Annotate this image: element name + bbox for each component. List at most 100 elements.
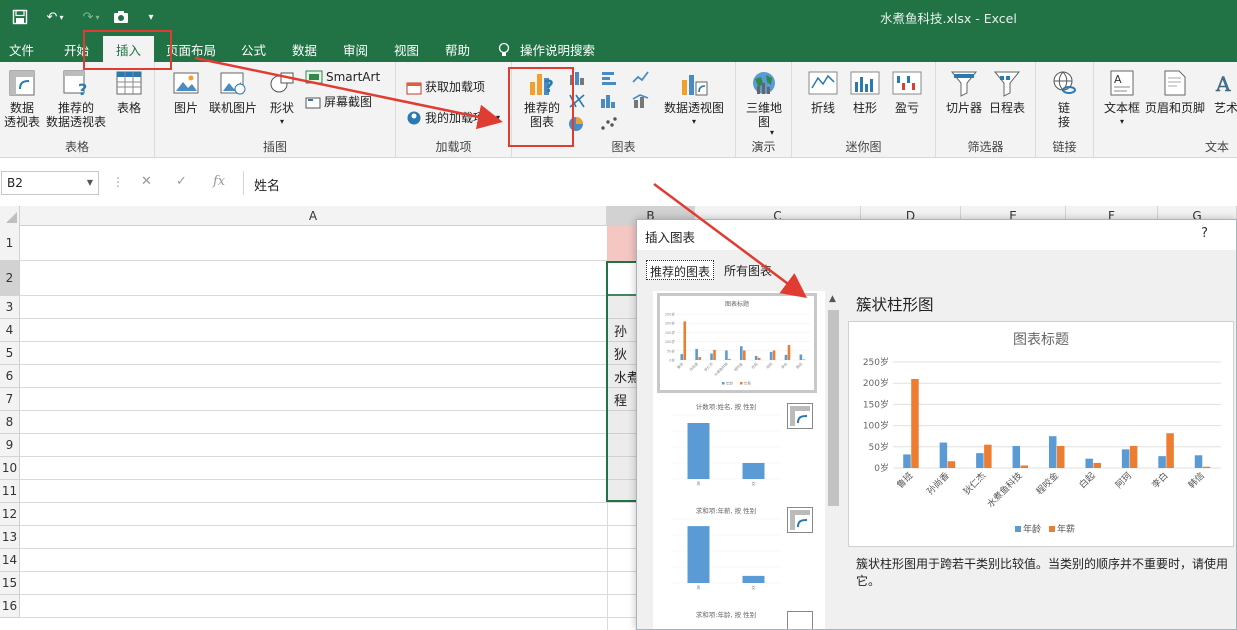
- link-button[interactable]: 链 接: [1049, 68, 1079, 129]
- get-addins-label: 获取加载项: [425, 80, 486, 94]
- group-links: 链 接 链接: [1036, 62, 1094, 158]
- map-3d-button[interactable]: 三维地 图 ▾: [746, 68, 783, 137]
- thumb-y-tick-label: 0岁: [669, 358, 675, 363]
- row-header-5[interactable]: 5: [0, 342, 20, 365]
- thumb-x-tick-label: 李白: [780, 361, 788, 369]
- combo-chart-icon[interactable]: [632, 93, 650, 109]
- screenshot-button[interactable]: 屏幕截图: [305, 93, 372, 110]
- row-header-4[interactable]: 4: [0, 319, 20, 342]
- row-header-9[interactable]: 9: [0, 434, 20, 457]
- cell-b7[interactable]: 程: [607, 388, 637, 411]
- name-box-dropdown-icon[interactable]: ▼: [87, 178, 93, 187]
- my-addins-button[interactable]: 我的加载项 ▾: [406, 109, 500, 126]
- cancel-icon[interactable]: ✕: [141, 174, 152, 189]
- chart-description: 簇状柱形图用于跨若干类别比较值。当类别的顺序并不重要时，请使用它。: [856, 557, 1229, 588]
- row-header-7[interactable]: 7: [0, 388, 20, 411]
- row-header-12[interactable]: 12: [0, 503, 20, 526]
- sparkline-column-button[interactable]: 柱形: [850, 68, 880, 115]
- row-header-10[interactable]: 10: [0, 457, 20, 480]
- bar-年龄-阿珂: [1121, 449, 1130, 468]
- get-addins-button[interactable]: 获取加载项: [406, 78, 485, 95]
- slicer-button[interactable]: 切片器: [946, 68, 982, 115]
- table-button[interactable]: 表格: [114, 68, 144, 115]
- row-header-1[interactable]: 1: [0, 226, 20, 261]
- wordart-button[interactable]: A 艺术: [1211, 68, 1237, 115]
- tab-formulas[interactable]: 公式: [241, 40, 266, 59]
- tell-me-search[interactable]: 操作说明搜索: [498, 40, 595, 59]
- tab-page-layout[interactable]: 页面布局: [166, 40, 216, 59]
- timeline-button[interactable]: 日程表: [989, 68, 1025, 115]
- scatter-chart-icon[interactable]: [600, 116, 618, 132]
- function-icon[interactable]: fx: [213, 174, 225, 189]
- scroll-thumb[interactable]: [828, 310, 839, 506]
- formula-bar-grip-icon[interactable]: ⋮: [112, 175, 124, 189]
- customize-icon[interactable]: ▾: [140, 7, 162, 27]
- column-header-a[interactable]: A: [20, 206, 607, 226]
- row-header-8[interactable]: 8: [0, 411, 20, 434]
- thumbnail-title: 求和项:年龄, 按 性别: [695, 611, 757, 619]
- scroll-up-icon[interactable]: ▲: [829, 294, 836, 304]
- formula-input[interactable]: 姓名: [243, 171, 1237, 195]
- pivot-table-button[interactable]: 数据 透视表: [4, 68, 40, 129]
- tab-recommended-charts[interactable]: 推荐的图表: [646, 260, 715, 280]
- tab-all-charts[interactable]: 所有图表: [721, 260, 775, 280]
- tab-review[interactable]: 审阅: [343, 40, 368, 59]
- bar-年薪-程咬金: [1057, 445, 1065, 468]
- pivot-chart-button[interactable]: 数据透视图 ▾: [664, 68, 724, 129]
- smartart-button[interactable]: SmartArt: [305, 70, 380, 84]
- sparkline-line-button[interactable]: 折线: [808, 68, 838, 115]
- select-all-corner[interactable]: [0, 206, 20, 226]
- thumbnail-salary-by-gender[interactable]: 求和项:年薪, 按 性别 男女: [657, 503, 817, 601]
- statistic-chart-icon[interactable]: [600, 93, 618, 109]
- save-icon[interactable]: [9, 7, 31, 27]
- header-footer-button[interactable]: 页眉和页脚: [1145, 68, 1205, 115]
- thumb-x-tick-label: 男: [697, 585, 701, 590]
- name-box[interactable]: B2 ▼: [1, 171, 99, 195]
- svg-text:A: A: [1114, 73, 1122, 86]
- shapes-button[interactable]: 形状 ▾: [267, 68, 297, 129]
- online-picture-button[interactable]: 联机图片: [209, 68, 257, 115]
- textbox-button[interactable]: A 文本框 ▾: [1104, 68, 1140, 129]
- map-3d-label: 三维地 图: [746, 101, 783, 129]
- row-header-11[interactable]: 11: [0, 480, 20, 503]
- undo-icon[interactable]: ↶ ▾: [40, 7, 70, 27]
- cell-b5[interactable]: 狄: [607, 342, 637, 365]
- dialog-title-bar[interactable]: 插入图表 ?: [637, 220, 1236, 250]
- tab-data[interactable]: 数据: [292, 40, 317, 59]
- confirm-icon[interactable]: ✓: [176, 174, 187, 189]
- thumbnail-age-by-gender[interactable]: 求和项:年龄, 按 性别: [657, 607, 817, 629]
- dialog-help-button[interactable]: ?: [1201, 226, 1208, 241]
- cell-b6[interactable]: 水煮: [607, 365, 637, 388]
- header-cell-b1[interactable]: [607, 226, 636, 261]
- selected-cell-b2[interactable]: [606, 261, 637, 296]
- row-header-15[interactable]: 15: [0, 572, 20, 595]
- sparkline-winloss-button[interactable]: 盈亏: [892, 68, 922, 115]
- thumbnail-scrollbar[interactable]: ▲: [826, 291, 841, 629]
- picture-button[interactable]: 图片: [171, 68, 201, 115]
- cell-b4[interactable]: 孙: [607, 319, 637, 342]
- redo-icon[interactable]: ↷ ▾: [76, 7, 106, 27]
- tab-file[interactable]: 文件: [9, 40, 34, 59]
- pivot-badge-icon: [787, 611, 813, 629]
- group-filters: 切片器 日程表 筛选器: [936, 62, 1036, 158]
- thumb-legend-swatch: [722, 382, 725, 385]
- row-header-13[interactable]: 13: [0, 526, 20, 549]
- row-header-3[interactable]: 3: [0, 296, 20, 319]
- bar-chart-icon[interactable]: [600, 70, 618, 86]
- thumb-bar: [713, 349, 716, 360]
- thumbnail-count-by-gender[interactable]: 计数项:姓名, 按 性别 男女: [657, 399, 817, 497]
- tab-help[interactable]: 帮助: [445, 40, 470, 59]
- tab-view[interactable]: 视图: [394, 40, 419, 59]
- thumbnail-clustered-column[interactable]: 图表标题 0岁 50岁 100岁 150岁 200岁 250岁 鲁班 孙尚香 狄仁杰 水煮鱼科技程…: [657, 293, 817, 393]
- row-header-2[interactable]: 2: [0, 261, 20, 296]
- row-header-6[interactable]: 6: [0, 365, 20, 388]
- camera-icon[interactable]: [110, 7, 132, 27]
- thumb-bar: [757, 357, 761, 360]
- row-header-14[interactable]: 14: [0, 549, 20, 572]
- recommended-pivot-button[interactable]: ? 推荐的 数据透视表: [46, 68, 106, 129]
- chart-type-title: 簇状柱形图: [856, 296, 934, 314]
- pivot-badge-icon: [787, 403, 813, 429]
- shapes-icon: [267, 68, 297, 98]
- line-chart-icon[interactable]: [632, 70, 650, 86]
- row-header-16[interactable]: 16: [0, 595, 20, 618]
